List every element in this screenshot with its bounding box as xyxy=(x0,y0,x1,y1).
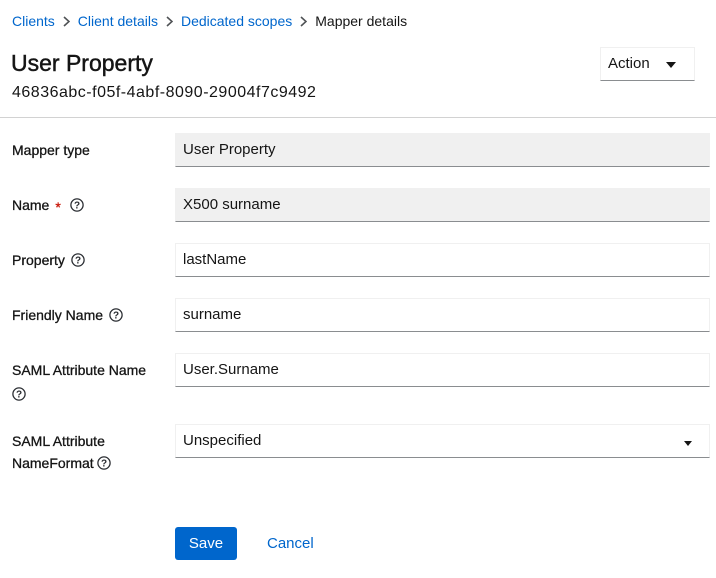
svg-text:?: ? xyxy=(113,310,119,321)
svg-text:?: ? xyxy=(16,389,22,400)
svg-text:?: ? xyxy=(75,255,81,266)
svg-text:?: ? xyxy=(101,458,107,469)
svg-text:?: ? xyxy=(74,200,80,211)
